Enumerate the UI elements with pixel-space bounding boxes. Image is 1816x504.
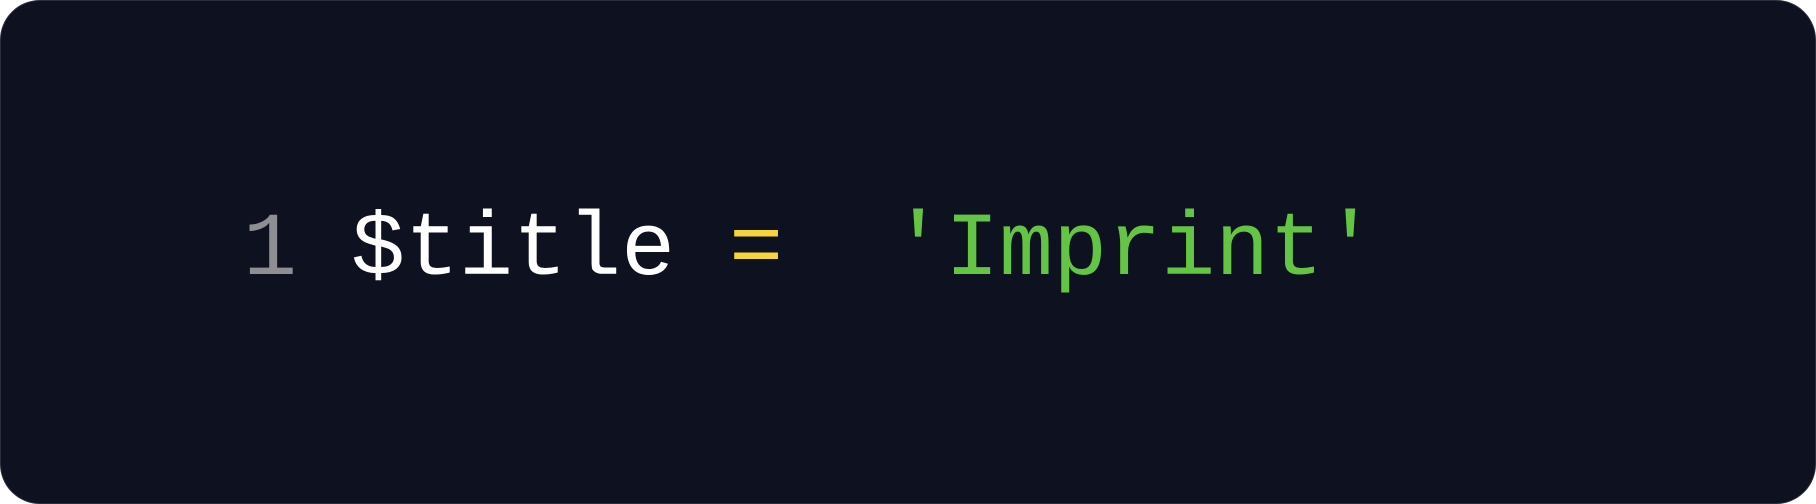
string-token: 'Imprint' [891, 200, 1378, 302]
variable-token: $title [351, 200, 676, 302]
code-editor: 1 $title = 'Imprint' [0, 0, 1816, 504]
code-line: 1 $title = 'Imprint' [243, 203, 1377, 299]
operator-token: = [729, 200, 784, 302]
line-number: 1 [243, 200, 298, 302]
